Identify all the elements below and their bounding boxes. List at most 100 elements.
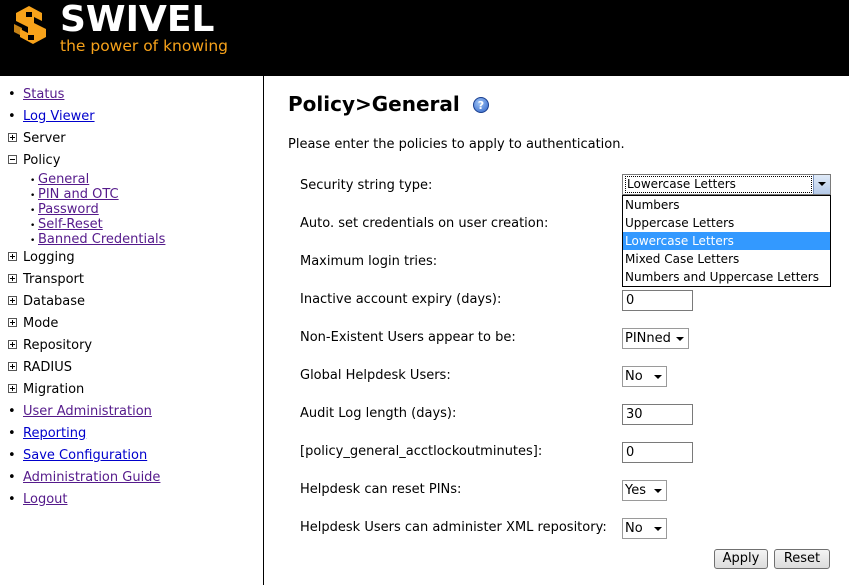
- page-title: Policy>General: [288, 92, 460, 116]
- submenu-link-self-reset[interactable]: Self-Reset: [38, 217, 103, 232]
- sidebar-item-repository[interactable]: Repository: [8, 335, 258, 357]
- field-label: Audit Log length (days):: [300, 406, 457, 421]
- field-label: Non-Existent Users appear to be:: [300, 330, 516, 345]
- sidebar-label-repository[interactable]: Repository: [23, 338, 92, 353]
- sidebar-label-policy[interactable]: Policy: [23, 153, 60, 168]
- submenu-link-pin-and-otc[interactable]: PIN and OTC: [38, 187, 119, 202]
- helpdesk-xml-repository-select[interactable]: No: [622, 518, 667, 539]
- collapse-minus-icon[interactable]: [8, 155, 17, 164]
- acct-lockout-minutes-input[interactable]: [622, 442, 693, 463]
- sidebar-item-database[interactable]: Database: [8, 291, 258, 313]
- sidebar-label-database[interactable]: Database: [23, 294, 85, 309]
- sidebar-item-policy[interactable]: Policy: [8, 150, 258, 172]
- non-existent-users-select[interactable]: PINned: [622, 328, 689, 349]
- main-content: Policy>General ? Please enter the polici…: [288, 76, 843, 585]
- sidebar-item-migration[interactable]: Migration: [8, 379, 258, 401]
- sidebar-label-radius[interactable]: RADIUS: [23, 360, 72, 375]
- bullet-icon: •: [8, 87, 16, 102]
- intro-text: Please enter the policies to apply to au…: [288, 137, 625, 152]
- field-global-helpdesk: Global Helpdesk Users: No: [300, 366, 830, 388]
- sidebar-link-status[interactable]: Status: [23, 87, 64, 102]
- helpdesk-reset-pins-select[interactable]: Yes: [622, 480, 667, 501]
- sidebar-item-save-configuration[interactable]: • Save Configuration: [8, 445, 258, 467]
- field-label: Inactive account expiry (days):: [300, 292, 502, 307]
- swivel-logo-icon: [14, 6, 46, 44]
- sidebar-item-reporting[interactable]: • Reporting: [8, 423, 258, 445]
- expand-plus-icon[interactable]: [8, 340, 17, 349]
- bullet-icon: •: [8, 448, 16, 463]
- submenu-item-self-reset[interactable]: • Self-Reset: [30, 217, 258, 232]
- sidebar-item-user-administration[interactable]: • User Administration: [8, 401, 258, 423]
- brand-tagline: the power of knowing: [60, 37, 228, 55]
- expand-plus-icon[interactable]: [8, 318, 17, 327]
- field-label: [policy_general_acctlockoutminutes]:: [300, 444, 543, 459]
- submenu-item-pin-and-otc[interactable]: • PIN and OTC: [30, 187, 258, 202]
- sidebar-item-logging[interactable]: Logging: [8, 247, 258, 269]
- chevron-down-icon: [654, 489, 662, 493]
- chevron-down-icon: [654, 375, 662, 379]
- sidebar-label-mode[interactable]: Mode: [23, 316, 58, 331]
- sidebar-item-transport[interactable]: Transport: [8, 269, 258, 291]
- expand-plus-icon[interactable]: [8, 274, 17, 283]
- chevron-down-icon: [654, 527, 662, 531]
- inactive-expiry-input[interactable]: [622, 290, 693, 311]
- reset-button[interactable]: Reset: [774, 549, 830, 569]
- sidebar-link-reporting[interactable]: Reporting: [23, 426, 86, 441]
- expand-plus-icon[interactable]: [8, 133, 17, 142]
- sidebar-item-log-viewer[interactable]: • Log Viewer: [8, 106, 258, 128]
- brand-name: SWIVEL: [60, 0, 215, 40]
- sidebar-link-logout[interactable]: Logout: [23, 492, 68, 507]
- field-acct-lockout-minutes: [policy_general_acctlockoutminutes]:: [300, 442, 830, 464]
- field-helpdesk-xml-repository: Helpdesk Users can administer XML reposi…: [300, 518, 830, 540]
- sidebar-label-server[interactable]: Server: [23, 131, 66, 146]
- security-string-type-options: Numbers Uppercase Letters Lowercase Lett…: [622, 195, 831, 287]
- submenu-item-general[interactable]: • General: [30, 172, 258, 187]
- expand-plus-icon[interactable]: [8, 296, 17, 305]
- sidebar-link-user-administration[interactable]: User Administration: [23, 404, 152, 419]
- field-label: Helpdesk can reset PINs:: [300, 482, 462, 497]
- submenu-item-banned-credentials[interactable]: • Banned Credentials: [30, 232, 258, 247]
- sidebar-label-migration[interactable]: Migration: [23, 382, 84, 397]
- sidebar-item-mode[interactable]: Mode: [8, 313, 258, 335]
- security-string-type-select[interactable]: Lowercase Letters: [622, 174, 831, 195]
- dropdown-option-selected[interactable]: Lowercase Letters: [623, 232, 830, 250]
- sidebar-item-status[interactable]: • Status: [8, 84, 258, 106]
- audit-log-length-input[interactable]: [622, 404, 693, 425]
- global-helpdesk-select[interactable]: No: [622, 366, 667, 387]
- submenu-link-banned-credentials[interactable]: Banned Credentials: [38, 232, 165, 247]
- submenu-item-password[interactable]: • Password: [30, 202, 258, 217]
- select-value: Yes: [625, 483, 646, 498]
- help-icon[interactable]: ?: [473, 97, 489, 113]
- select-value: No: [625, 369, 643, 384]
- sidebar-link-log-viewer[interactable]: Log Viewer: [23, 109, 95, 124]
- dropdown-option[interactable]: Numbers: [623, 196, 830, 214]
- expand-plus-icon[interactable]: [8, 384, 17, 393]
- field-label: Security string type:: [300, 178, 433, 193]
- expand-plus-icon[interactable]: [8, 252, 17, 261]
- submenu-link-password[interactable]: Password: [38, 202, 99, 217]
- sidebar-item-logout[interactable]: • Logout: [8, 489, 258, 511]
- bullet-icon: •: [8, 426, 16, 441]
- dropdown-option[interactable]: Mixed Case Letters: [623, 250, 830, 268]
- sidebar-label-transport[interactable]: Transport: [23, 272, 84, 287]
- bullet-icon: •: [8, 404, 16, 419]
- sidebar-item-administration-guide[interactable]: • Administration Guide: [8, 467, 258, 489]
- dropdown-option[interactable]: Uppercase Letters: [623, 214, 830, 232]
- sidebar-item-radius[interactable]: RADIUS: [8, 357, 258, 379]
- expand-plus-icon[interactable]: [8, 362, 17, 371]
- field-non-existent-users: Non-Existent Users appear to be: PINned: [300, 328, 830, 350]
- apply-button[interactable]: Apply: [714, 549, 768, 569]
- sidebar-link-save-configuration[interactable]: Save Configuration: [23, 448, 147, 463]
- dropdown-arrow-icon[interactable]: [813, 175, 830, 194]
- policy-submenu: • General • PIN and OTC • Password • Self-Re…: [30, 172, 258, 247]
- field-helpdesk-reset-pins: Helpdesk can reset PINs: Yes: [300, 480, 830, 502]
- sidebar: • Status • Log Viewer Server Policy • Gener…: [0, 76, 264, 585]
- sidebar-label-logging[interactable]: Logging: [23, 250, 75, 265]
- dropdown-option[interactable]: Numbers and Uppercase Letters: [623, 268, 830, 286]
- select-value: PINned: [625, 331, 671, 346]
- sidebar-item-server[interactable]: Server: [8, 128, 258, 150]
- submenu-link-general[interactable]: General: [38, 172, 89, 187]
- bullet-icon: •: [8, 492, 16, 507]
- sidebar-nav: • Status • Log Viewer Server Policy • Gener…: [8, 84, 258, 511]
- sidebar-link-administration-guide[interactable]: Administration Guide: [23, 470, 160, 485]
